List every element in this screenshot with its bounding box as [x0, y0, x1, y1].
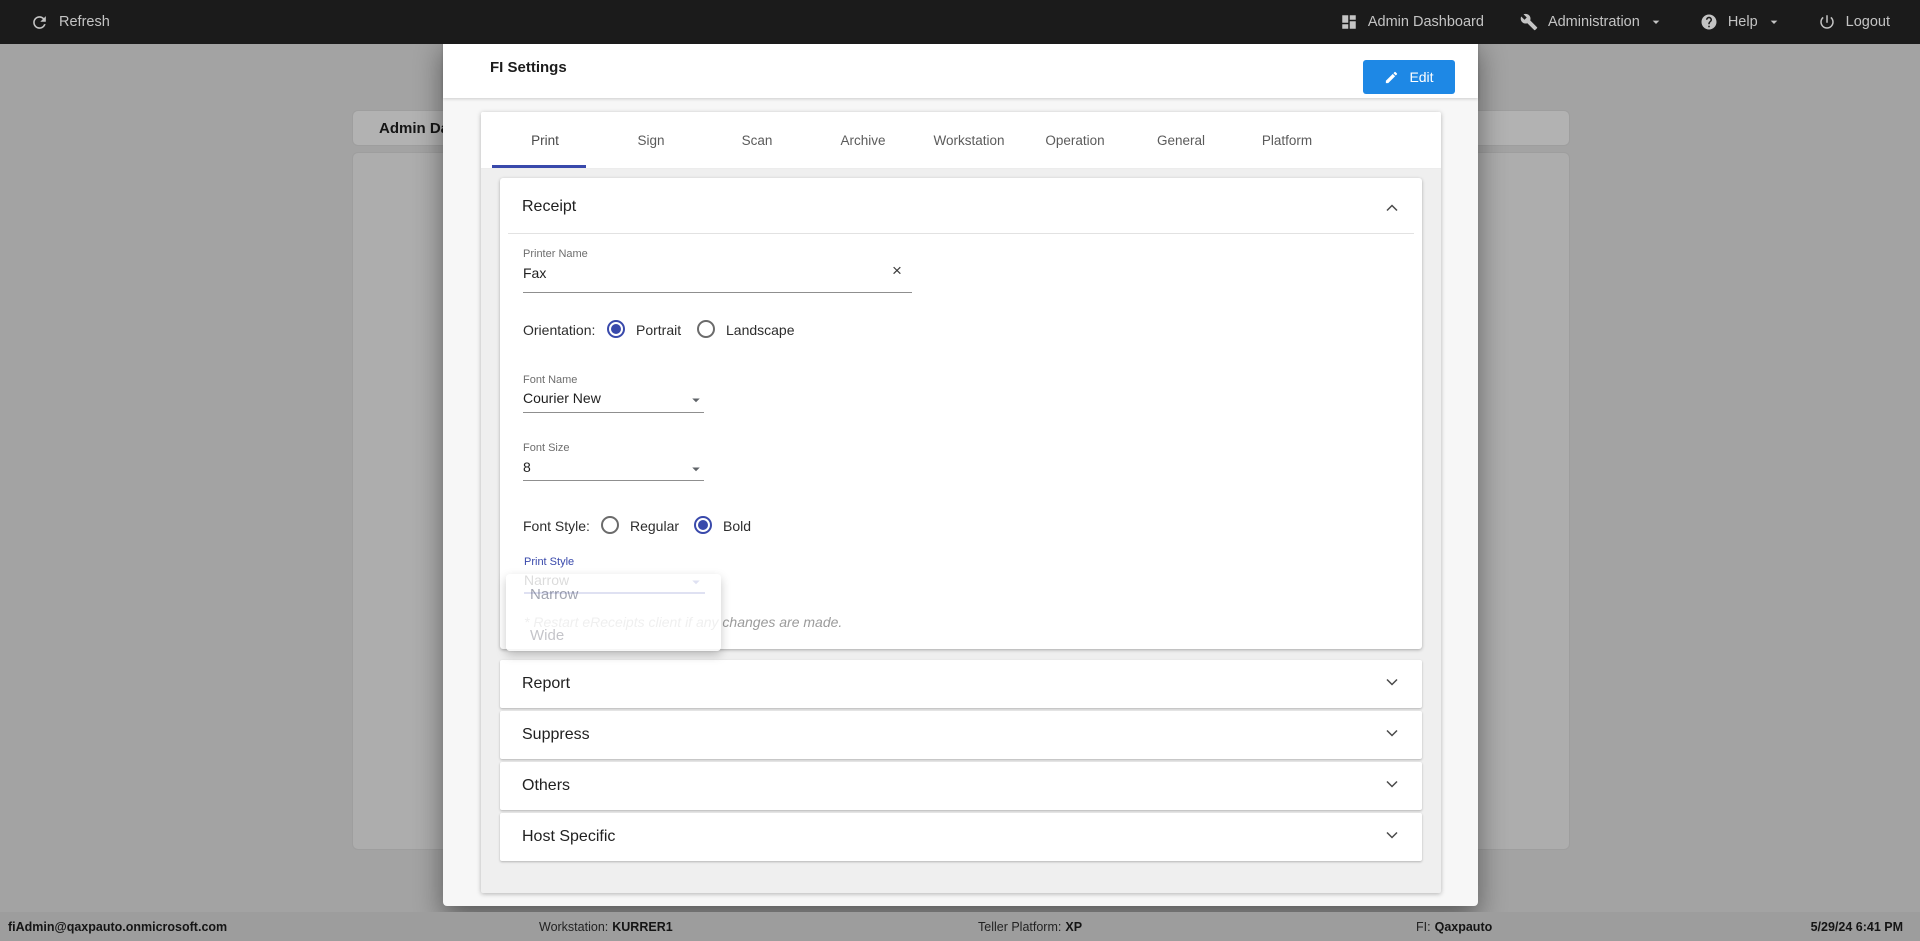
nav-administration[interactable]: Administration	[1520, 13, 1664, 31]
clear-printer-name-button[interactable]: ×	[892, 262, 902, 279]
tab-scan[interactable]: Scan	[704, 112, 810, 168]
status-fi: FI: Qaxpauto	[1416, 912, 1492, 941]
dropdown-option-narrow[interactable]: Narrow	[530, 586, 578, 603]
report-section-title: Report	[522, 675, 571, 692]
status-teller-platform-label: Teller Platform:	[978, 919, 1062, 934]
report-section-header[interactable]: Report	[500, 660, 1422, 708]
others-section-header[interactable]: Others	[500, 762, 1422, 810]
tab-print[interactable]: Print	[492, 112, 598, 168]
nav-help[interactable]: Help	[1700, 13, 1782, 31]
pencil-icon	[1384, 70, 1399, 85]
printer-name-underline	[523, 292, 912, 293]
nav-administration-label: Administration	[1547, 14, 1640, 30]
nav-admin-dashboard-label: Admin Dashboard	[1367, 14, 1484, 30]
tab-sign[interactable]: Sign	[598, 112, 704, 168]
tab-workstation[interactable]: Workstation	[916, 112, 1022, 168]
status-fi-label: FI:	[1416, 919, 1431, 934]
font-style-bold-label[interactable]: Bold	[723, 518, 751, 534]
help-icon	[1700, 13, 1718, 31]
host-specific-section-title: Host Specific	[522, 828, 616, 845]
font-name-underline	[523, 412, 704, 413]
font-name-select[interactable]: Courier New	[523, 390, 601, 406]
tab-content: Receipt Printer Name Fax × Orientation: …	[481, 169, 1441, 893]
active-tab-indicator	[492, 165, 586, 168]
dialog-title: FI Settings	[490, 59, 567, 76]
dialog-header: FI Settings Edit	[443, 37, 1478, 98]
nav-logout-label: Logout	[1845, 14, 1890, 30]
font-size-underline	[523, 480, 704, 481]
refresh-button[interactable]: Refresh	[0, 13, 110, 32]
status-user: fiAdmin@qaxpauto.onmicrosoft.com	[8, 919, 228, 934]
suppress-section-title: Suppress	[522, 726, 590, 743]
font-style-label: Font Style:	[523, 518, 590, 534]
tab-bar: Print Sign Scan Archive Workstation Oper…	[481, 112, 1441, 169]
chevron-down-icon	[1382, 672, 1402, 697]
chevron-down-icon	[1382, 723, 1402, 748]
edit-button[interactable]: Edit	[1363, 60, 1455, 94]
print-style-label: Print Style	[524, 556, 575, 568]
dropdown-arrow-icon[interactable]	[687, 391, 705, 414]
suppress-section-header[interactable]: Suppress	[500, 711, 1422, 759]
font-style-regular-label[interactable]: Regular	[630, 518, 679, 534]
fi-settings-dialog: FI Settings Edit Print Sign Scan Archive…	[443, 37, 1478, 906]
refresh-label: Refresh	[59, 14, 110, 30]
navbar-right-group: Admin Dashboard Administration Help Logo…	[1340, 13, 1920, 31]
status-teller-platform: Teller Platform: XP	[978, 912, 1082, 941]
power-icon	[1818, 13, 1836, 31]
dropdown-option-wide[interactable]: Wide	[530, 627, 564, 644]
chevron-down-icon	[1382, 825, 1402, 850]
font-style-regular-radio[interactable]	[601, 516, 619, 534]
chevron-down-icon	[1382, 774, 1402, 799]
font-size-select[interactable]: 8	[523, 459, 531, 475]
tab-platform[interactable]: Platform	[1234, 112, 1340, 168]
others-section-title: Others	[522, 777, 571, 794]
status-workstation-value: KURRER1	[612, 919, 673, 934]
status-teller-platform-value: XP	[1065, 919, 1083, 934]
chevron-up-icon[interactable]	[1382, 198, 1402, 223]
font-size-label: Font Size	[523, 442, 570, 454]
wrench-icon	[1520, 13, 1538, 31]
status-workstation-label: Workstation:	[539, 919, 609, 934]
nav-help-label: Help	[1727, 14, 1758, 30]
status-bar: fiAdmin@qaxpauto.onmicrosoft.com Worksta…	[0, 912, 1920, 941]
printer-name-input[interactable]: Fax	[523, 265, 546, 281]
chevron-down-icon	[1648, 14, 1664, 30]
refresh-icon	[30, 13, 49, 32]
edit-button-label: Edit	[1409, 69, 1434, 85]
nav-admin-dashboard[interactable]: Admin Dashboard	[1340, 13, 1484, 31]
orientation-landscape-radio[interactable]	[697, 320, 715, 338]
tab-operation[interactable]: Operation	[1022, 112, 1128, 168]
orientation-landscape-label[interactable]: Landscape	[726, 322, 795, 338]
print-style-dropdown-menu: Narrow Wide	[506, 574, 721, 651]
font-name-label: Font Name	[523, 374, 578, 386]
settings-panel: Print Sign Scan Archive Workstation Oper…	[481, 112, 1441, 893]
orientation-portrait-radio[interactable]	[607, 320, 625, 338]
receipt-section-title[interactable]: Receipt	[522, 198, 576, 216]
host-specific-section-header[interactable]: Host Specific	[500, 813, 1422, 861]
status-fi-value: Qaxpauto	[1434, 919, 1493, 934]
top-navbar: Refresh Admin Dashboard Administration H…	[0, 0, 1920, 44]
orientation-portrait-label[interactable]: Portrait	[636, 322, 681, 338]
divider	[508, 233, 1414, 234]
orientation-label: Orientation:	[523, 322, 596, 338]
chevron-down-icon	[1766, 14, 1782, 30]
status-workstation: Workstation: KURRER1	[539, 912, 673, 941]
dashboard-icon	[1340, 13, 1358, 31]
font-style-bold-radio[interactable]	[694, 516, 712, 534]
printer-name-label: Printer Name	[523, 248, 588, 260]
status-datetime: 5/29/24 6:41 PM	[1810, 919, 1903, 934]
screen: Refresh Admin Dashboard Administration H…	[0, 0, 1920, 941]
tab-archive[interactable]: Archive	[810, 112, 916, 168]
nav-logout[interactable]: Logout	[1818, 13, 1890, 31]
tab-general[interactable]: General	[1128, 112, 1234, 168]
